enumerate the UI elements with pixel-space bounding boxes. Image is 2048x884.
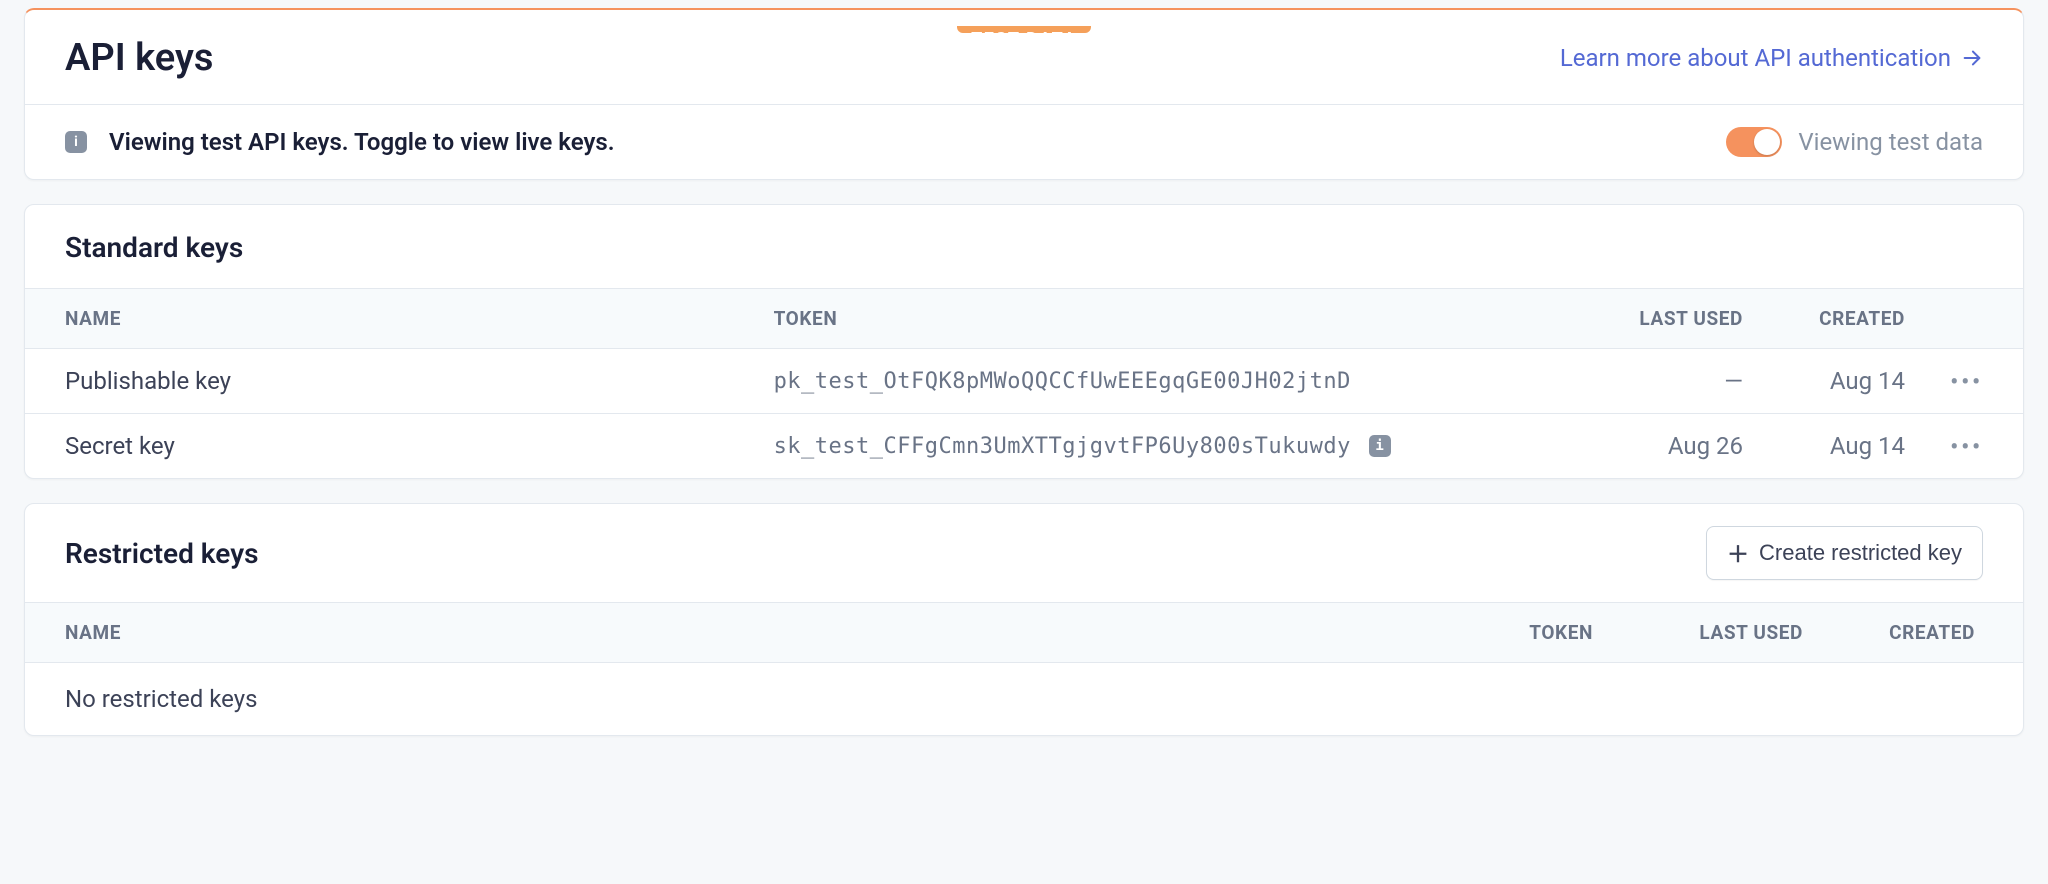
page-title: API keys	[65, 36, 213, 80]
restricted-keys-title: Restricted keys	[65, 537, 259, 570]
standard-keys-header: NAME TOKEN LAST USED CREATED	[25, 288, 2023, 349]
restricted-keys-card: Restricted keys ＋ Create restricted key …	[24, 503, 2024, 736]
row-actions-menu[interactable]: •••	[1950, 370, 1983, 395]
row-actions-menu[interactable]: •••	[1950, 435, 1983, 460]
col-created: CREATED	[1803, 621, 1983, 644]
col-name: NAME	[65, 621, 1443, 644]
col-last-used: LAST USED	[1593, 621, 1803, 644]
key-token[interactable]: pk_test_OtFQK8pMWoQQCCfUwEEEgqGE00JH02jt…	[774, 369, 1351, 394]
toggle-label: Viewing test data	[1798, 128, 1983, 156]
create-restricted-key-button[interactable]: ＋ Create restricted key	[1706, 526, 1983, 580]
test-data-badge: TEST DATA	[957, 26, 1091, 33]
col-token: TOKEN	[774, 307, 1553, 330]
key-last-used: —	[1553, 367, 1743, 395]
toggle-knob	[1754, 129, 1780, 155]
notice-text: Viewing test API keys. Toggle to view li…	[109, 128, 615, 156]
key-token[interactable]: sk_test_CFFgCmn3UmXTTgjgvtFP6Uy800sTukuw…	[774, 434, 1351, 459]
info-icon[interactable]: i	[1369, 435, 1391, 457]
standard-keys-title: Standard keys	[65, 231, 243, 264]
learn-more-text: Learn more about API authentication	[1560, 44, 1951, 72]
restricted-keys-header: NAME TOKEN LAST USED CREATED	[25, 602, 2023, 663]
standard-keys-card: Standard keys NAME TOKEN LAST USED CREAT…	[24, 204, 2024, 479]
table-row: Secret key sk_test_CFFgCmn3UmXTTgjgvtFP6…	[25, 414, 2023, 478]
table-row: Publishable key pk_test_OtFQK8pMWoQQCCfU…	[25, 349, 2023, 414]
col-token: TOKEN	[1443, 621, 1593, 644]
restricted-empty: No restricted keys	[25, 663, 2023, 735]
create-restricted-key-label: Create restricted key	[1759, 540, 1962, 566]
learn-more-link[interactable]: Learn more about API authentication	[1560, 44, 1983, 72]
col-last-used: LAST USED	[1553, 307, 1743, 330]
col-created: CREATED	[1743, 307, 1913, 330]
key-created: Aug 14	[1743, 432, 1913, 460]
arrow-right-icon	[1961, 47, 1983, 69]
test-mode-toggle[interactable]	[1726, 127, 1782, 157]
key-name: Secret key	[65, 432, 774, 460]
col-name: NAME	[65, 307, 774, 330]
key-name: Publishable key	[65, 367, 774, 395]
key-last-used: Aug 26	[1553, 432, 1743, 460]
info-icon: i	[65, 131, 87, 153]
plus-icon: ＋	[1727, 537, 1749, 569]
key-created: Aug 14	[1743, 367, 1913, 395]
